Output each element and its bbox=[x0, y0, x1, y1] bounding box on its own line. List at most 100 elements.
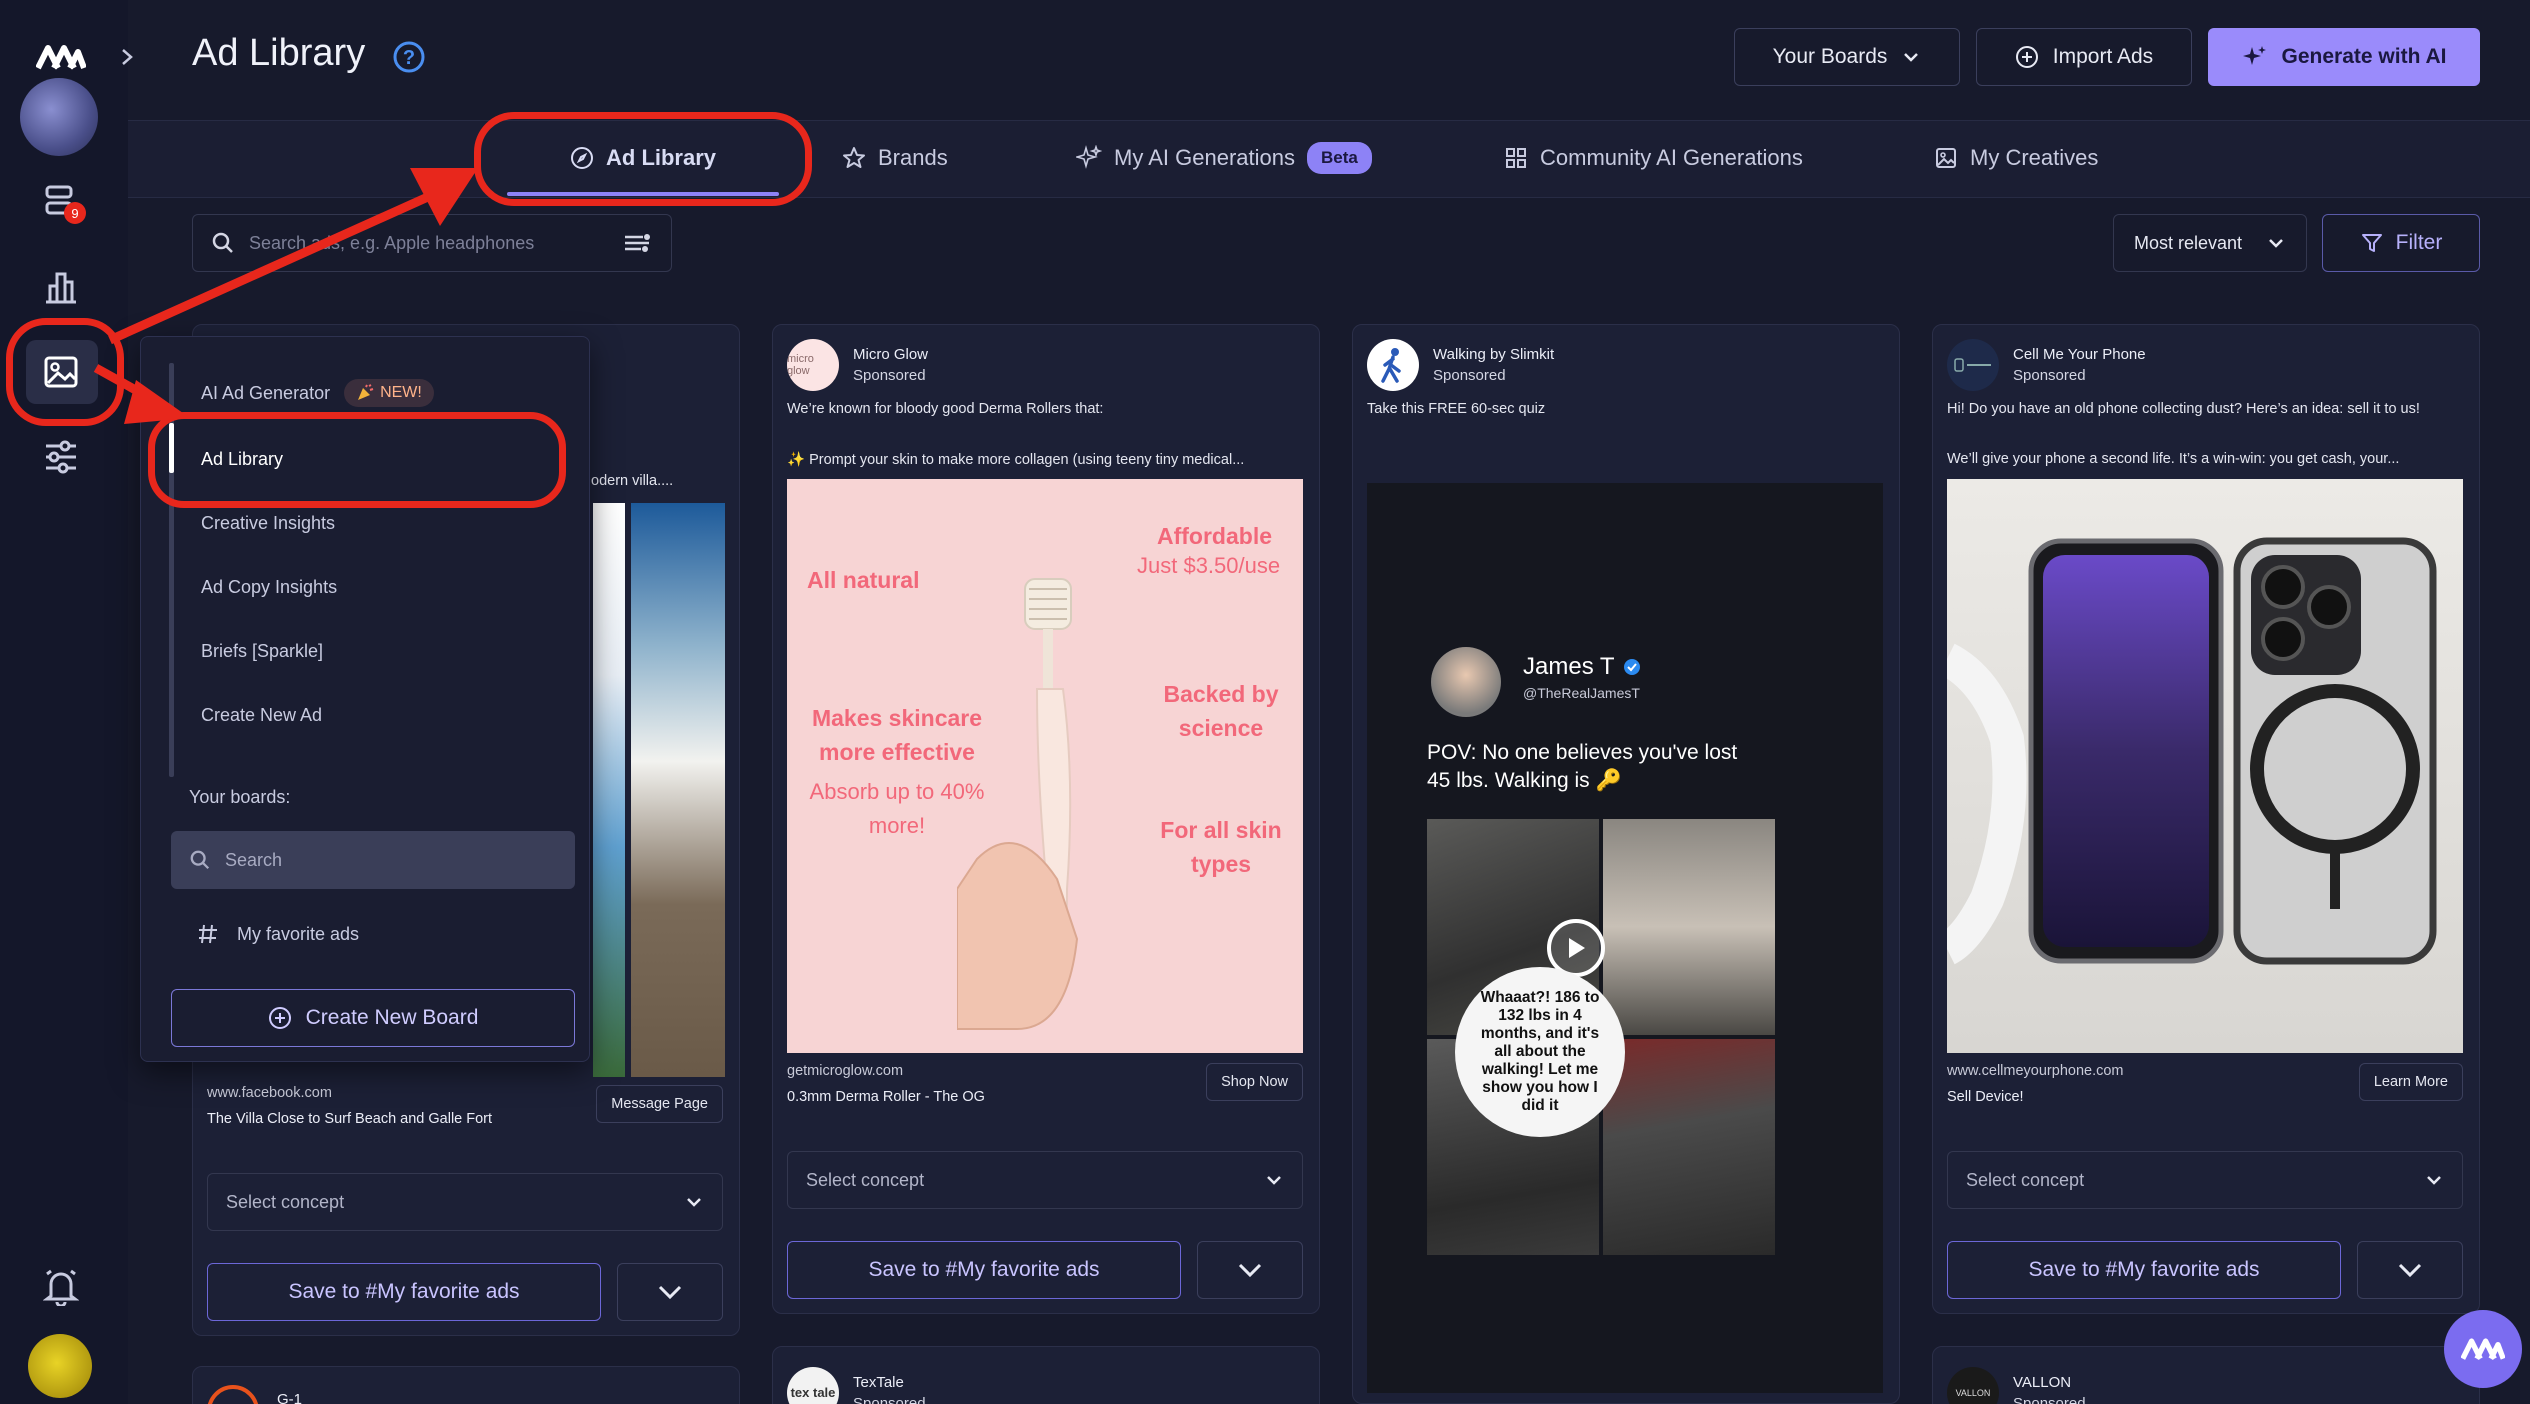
tab-my-ai-generations[interactable]: My AI Generations Beta bbox=[1076, 138, 1372, 178]
app-logo-icon[interactable] bbox=[34, 30, 88, 84]
creative-text: Affordable bbox=[1157, 523, 1272, 549]
brand-logo-text: tex tale bbox=[790, 1385, 836, 1400]
brand-name[interactable]: Walking by Slimkit bbox=[1433, 346, 1554, 363]
page-title: Ad Library bbox=[192, 32, 366, 74]
boards-search-placeholder: Search bbox=[225, 849, 283, 870]
sponsored-label: Sponsored bbox=[2013, 1395, 2086, 1404]
shop-now-button[interactable]: Shop Now bbox=[1206, 1063, 1303, 1101]
boards-search-input[interactable]: Search bbox=[171, 831, 575, 889]
analytics-icon[interactable] bbox=[34, 260, 88, 314]
creative-text: For all skin types bbox=[1160, 817, 1282, 877]
ad-text: We’ll give your phone a second life. It’… bbox=[1947, 451, 2400, 467]
import-ads-button[interactable]: Import Ads bbox=[1976, 28, 2192, 86]
select-concept-dropdown[interactable]: Select concept bbox=[787, 1151, 1303, 1209]
brand-logo[interactable] bbox=[1947, 339, 1999, 391]
plus-circle-icon bbox=[2015, 46, 2038, 68]
tab-brands[interactable]: Brands bbox=[842, 138, 948, 178]
brand-name[interactable]: VALLON bbox=[2013, 1374, 2086, 1391]
ad-card[interactable]: micro glow Micro Glow Sponsored We’re kn… bbox=[772, 324, 1320, 1314]
menu-item-creative-insights[interactable]: Creative Insights bbox=[201, 513, 335, 534]
creative-text: All natural bbox=[807, 567, 920, 593]
save-options-dropdown[interactable] bbox=[617, 1263, 723, 1321]
creator-avatar bbox=[1431, 647, 1501, 717]
user-avatar[interactable] bbox=[28, 1334, 92, 1398]
create-new-board-button[interactable]: Create New Board bbox=[171, 989, 575, 1047]
ad-creative-image bbox=[593, 503, 725, 1077]
ad-creative-image: All natural Affordable Just $3.50/use Ma… bbox=[787, 479, 1303, 1053]
menu-item-briefs[interactable]: Briefs [Sparkle] bbox=[201, 641, 323, 662]
brand-logo[interactable] bbox=[207, 1385, 259, 1404]
party-popper-icon bbox=[358, 384, 374, 400]
ad-card[interactable]: tex tale TexTale Sponsored bbox=[772, 1346, 1320, 1404]
ad-creative-image bbox=[1947, 479, 2463, 1053]
brand-logo[interactable]: VALLON bbox=[1947, 1367, 1999, 1404]
brand-logo-text: micro glow bbox=[787, 353, 814, 377]
tab-community-ai-generations[interactable]: Community AI Generations bbox=[1504, 138, 1803, 178]
ad-text: odern villa.... bbox=[591, 473, 674, 489]
brand-name[interactable]: G-1 bbox=[277, 1391, 302, 1404]
sponsored-label: Sponsored bbox=[853, 1395, 926, 1404]
svg-text:?: ? bbox=[403, 47, 415, 69]
star-icon bbox=[843, 147, 865, 168]
cta-area: www.facebook.com The Villa Close to Surf… bbox=[207, 1085, 723, 1145]
chevron-down-icon bbox=[2269, 239, 2283, 248]
save-options-dropdown[interactable] bbox=[2357, 1241, 2463, 1299]
learn-more-button[interactable]: Learn More bbox=[2358, 1063, 2463, 1101]
brand-logo[interactable]: tex tale bbox=[787, 1367, 839, 1404]
left-rail: 9 bbox=[0, 0, 128, 1404]
chevron-down-icon bbox=[1904, 53, 1919, 62]
create-board-label: Create New Board bbox=[305, 1006, 479, 1029]
brand-row: VALLON VALLON Sponsored bbox=[1947, 1367, 2086, 1404]
ad-card[interactable]: G-1 bbox=[192, 1366, 740, 1404]
new-badge: NEW! bbox=[344, 379, 434, 407]
sliders-icon[interactable] bbox=[34, 430, 88, 484]
generate-with-ai-button[interactable]: Generate with AI bbox=[2208, 28, 2480, 86]
brand-name[interactable]: TexTale bbox=[853, 1374, 926, 1391]
sponsored-label: Sponsored bbox=[853, 367, 926, 384]
expand-chevron-icon[interactable] bbox=[116, 46, 138, 68]
tab-my-creatives[interactable]: My Creatives bbox=[1934, 138, 2098, 178]
save-to-board-button[interactable]: Save to #My favorite ads bbox=[207, 1263, 601, 1321]
creator-handle: @TheRealJamesT bbox=[1523, 685, 1640, 701]
cta-area: getmicroglow.com 0.3mm Derma Roller - Th… bbox=[787, 1063, 1303, 1123]
select-concept-label: Select concept bbox=[806, 1169, 925, 1190]
bell-icon[interactable] bbox=[34, 1260, 88, 1314]
filter-sliders-icon[interactable] bbox=[623, 231, 653, 255]
automation-icon[interactable]: 9 bbox=[34, 176, 88, 230]
menu-item-create-new-ad[interactable]: Create New Ad bbox=[201, 705, 322, 726]
message-page-button[interactable]: Message Page bbox=[596, 1085, 723, 1123]
workspace-avatar[interactable] bbox=[20, 78, 98, 156]
menu-item-ai-ad-generator[interactable]: AI Ad Generator NEW! bbox=[201, 379, 434, 407]
select-concept-dropdown[interactable]: Select concept bbox=[1947, 1151, 2463, 1209]
your-boards-dropdown[interactable]: Your Boards bbox=[1734, 28, 1960, 86]
search-placeholder: Search ads, e.g. Apple headphones bbox=[249, 232, 535, 253]
save-to-board-button[interactable]: Save to #My favorite ads bbox=[1947, 1241, 2341, 1299]
ad-card[interactable]: Walking by Slimkit Sponsored Take this F… bbox=[1352, 324, 1900, 1404]
save-options-dropdown[interactable] bbox=[1197, 1241, 1303, 1299]
brand-name[interactable]: Micro Glow bbox=[853, 346, 928, 363]
help-icon[interactable]: ? bbox=[392, 40, 426, 74]
ad-card[interactable]: Cell Me Your Phone Sponsored Hi! Do you … bbox=[1932, 324, 2480, 1314]
brand-logo[interactable] bbox=[1367, 339, 1419, 391]
ad-creative-video[interactable]: James T @TheRealJamesT POV: No one belie… bbox=[1367, 483, 1883, 1393]
brand-logo[interactable]: micro glow bbox=[787, 339, 839, 391]
menu-item-ad-copy-insights[interactable]: Ad Copy Insights bbox=[201, 577, 337, 598]
search-input[interactable]: Search ads, e.g. Apple headphones bbox=[192, 214, 672, 272]
board-item-my-favorite-ads[interactable]: My favorite ads bbox=[197, 923, 359, 945]
speech-bubble: Whaaat?! 186 to 132 lbs in 4 months, and… bbox=[1455, 967, 1625, 1137]
ad-card[interactable]: VALLON VALLON Sponsored bbox=[1932, 1346, 2480, 1404]
grid-icon bbox=[1506, 148, 1526, 168]
search-icon bbox=[212, 232, 233, 253]
select-concept-dropdown[interactable]: Select concept bbox=[207, 1173, 723, 1231]
sparkle-icon bbox=[2242, 46, 2266, 65]
brand-name[interactable]: Cell Me Your Phone bbox=[2013, 346, 2146, 363]
select-concept-label: Select concept bbox=[226, 1191, 345, 1212]
help-chat-button[interactable] bbox=[2444, 1310, 2522, 1388]
ad-text: Hi! Do you have an old phone collecting … bbox=[1947, 401, 2420, 417]
chevron-down-icon bbox=[2427, 1176, 2441, 1185]
filter-button[interactable]: Filter bbox=[2322, 214, 2480, 272]
save-to-board-button[interactable]: Save to #My favorite ads bbox=[787, 1241, 1181, 1299]
brand-row: Walking by Slimkit Sponsored bbox=[1367, 339, 1554, 391]
tab-label: Community AI Generations bbox=[1540, 145, 1803, 170]
sort-dropdown[interactable]: Most relevant bbox=[2113, 214, 2307, 272]
